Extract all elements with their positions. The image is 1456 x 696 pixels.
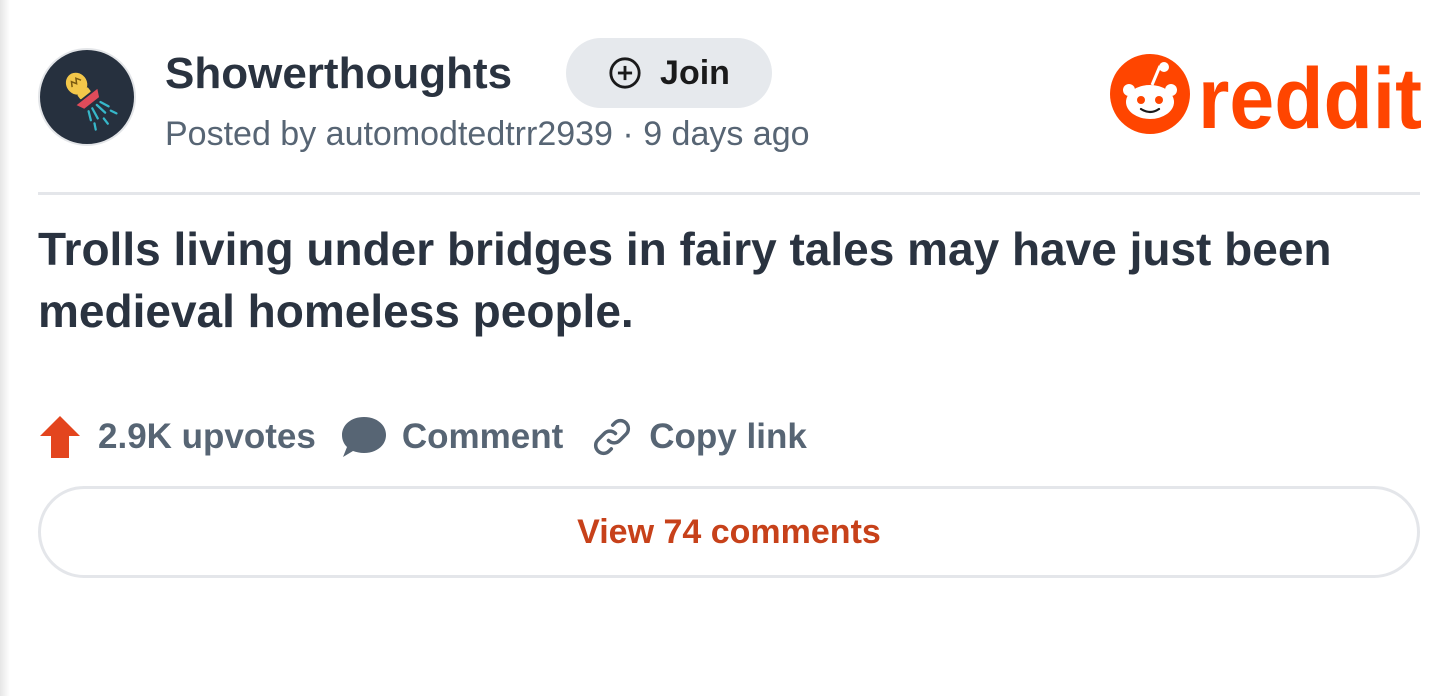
upvote-button[interactable]: 2.9K upvotes xyxy=(38,414,316,460)
post-title[interactable]: Trolls living under bridges in fairy tal… xyxy=(38,218,1428,342)
copy-link-label: Copy link xyxy=(649,417,807,456)
post-meta: Posted by automodtedtrr2939 · 9 days ago xyxy=(165,114,810,154)
page-edge-shadow xyxy=(0,0,10,696)
comment-bubble-icon xyxy=(341,417,386,457)
copy-link-button[interactable]: Copy link xyxy=(591,416,807,458)
join-label: Join xyxy=(660,53,730,92)
post-author[interactable]: automodtedtrr2939 xyxy=(326,115,613,153)
lightbulb-shower-icon xyxy=(65,72,118,131)
meta-separator: · xyxy=(612,115,644,153)
reddit-wordmark: reddit xyxy=(1198,52,1422,138)
view-comments-button[interactable]: View 74 comments xyxy=(38,486,1420,578)
plus-circle-icon xyxy=(609,57,641,89)
post-age: 9 days ago xyxy=(643,115,810,153)
header-divider xyxy=(38,192,1420,195)
comment-label: Comment xyxy=(401,417,564,456)
posted-by-prefix: Posted by xyxy=(165,115,326,153)
comment-button[interactable]: Comment xyxy=(340,414,563,460)
reddit-logo[interactable]: reddit xyxy=(1108,52,1424,138)
join-button[interactable]: Join xyxy=(566,38,772,108)
post-actions: 2.9K upvotes Comment Copy link xyxy=(38,412,807,462)
link-icon xyxy=(594,418,631,456)
upvote-count: 2.9K upvotes xyxy=(98,417,316,456)
subreddit-avatar[interactable] xyxy=(38,48,136,146)
reddit-snoo-icon: reddit xyxy=(1110,52,1422,138)
subreddit-name[interactable]: Showerthoughts xyxy=(165,48,512,100)
upvote-arrow-icon xyxy=(40,416,80,458)
